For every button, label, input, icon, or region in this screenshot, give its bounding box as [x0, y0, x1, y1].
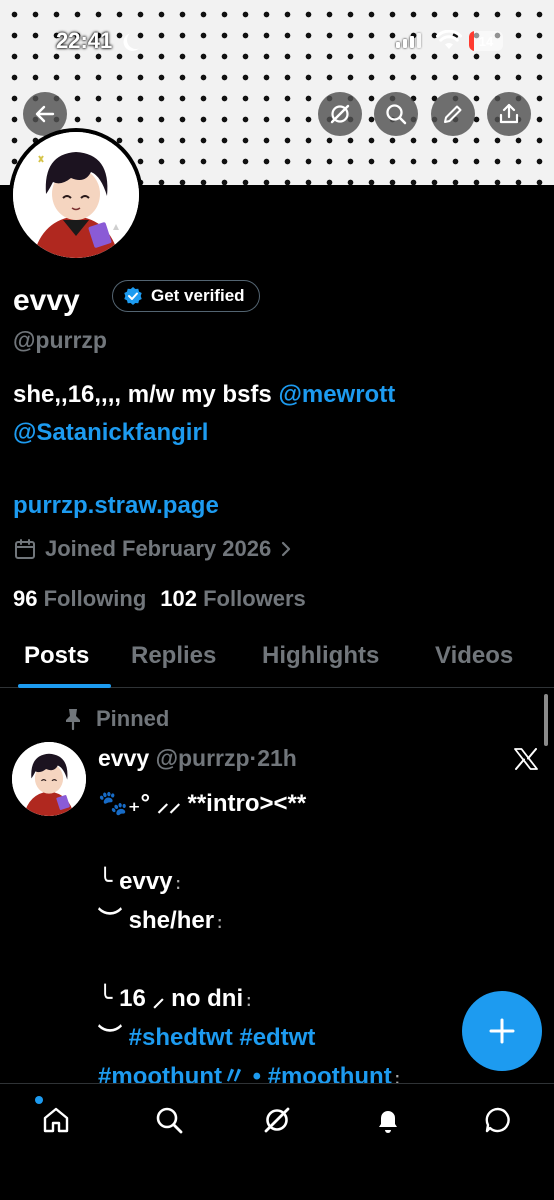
- followers-label: Followers: [203, 586, 306, 611]
- post-line-mark: ╰: [98, 868, 120, 895]
- grok-icon: [264, 1107, 290, 1133]
- search-button[interactable]: [374, 92, 418, 136]
- post-author-name[interactable]: evvy: [98, 745, 149, 771]
- followers-count: 102: [160, 586, 197, 611]
- bio-text: she,,16,,,, m/w my bsfs: [13, 381, 279, 408]
- home-notification-dot: [35, 1096, 43, 1104]
- post-line-dots: ⁚: [172, 878, 181, 892]
- post-author-avatar[interactable]: [12, 742, 86, 816]
- profile-bio: she,,16,,,, m/w my bsfs @mewrott @Satani…: [13, 376, 543, 452]
- battery-level: 14: [478, 33, 494, 49]
- bottom-navigation: [0, 1083, 554, 1200]
- profile-avatar[interactable]: [9, 128, 143, 262]
- status-bar: 22:41 14: [0, 0, 554, 90]
- calendar-icon: [15, 539, 35, 559]
- nav-notifications[interactable]: [368, 1100, 408, 1140]
- bio-mention-mewrott[interactable]: @mewrott: [278, 381, 395, 408]
- joined-date: Joined February 2026: [45, 536, 272, 561]
- home-icon: [43, 1107, 69, 1133]
- get-verified-label: Get verified: [151, 286, 245, 305]
- post-line-text: she/her: [128, 907, 215, 934]
- post-line-text: evvy: [119, 868, 173, 895]
- chat-bubble-icon: [485, 1107, 510, 1133]
- following-link[interactable]: 96 Following: [13, 586, 146, 612]
- profile-handle: @purrzp: [13, 327, 107, 353]
- nav-grok[interactable]: [257, 1100, 297, 1140]
- nav-home[interactable]: [35, 1096, 76, 1140]
- post-time[interactable]: 21h: [257, 745, 297, 771]
- following-count: 96: [13, 586, 38, 611]
- edit-button[interactable]: [431, 92, 475, 136]
- post-line-text: **intro><**: [187, 790, 307, 817]
- post-line-mark: ╰: [98, 985, 120, 1012]
- battery-icon: 14: [469, 31, 503, 51]
- verified-badge-icon: [124, 287, 142, 305]
- share-button[interactable]: [487, 92, 531, 136]
- tab-replies[interactable]: Replies: [131, 642, 216, 670]
- bio-mention-satanickfangirl[interactable]: @Satanickfangirl: [13, 419, 208, 446]
- avatar-illustration: [12, 742, 86, 816]
- post-line-dots: ⁚: [243, 995, 252, 1009]
- back-arrow-icon: [35, 105, 55, 123]
- get-verified-button[interactable]: Get verified: [112, 280, 260, 312]
- profile-website-link[interactable]: purrzp.straw.page: [13, 492, 219, 520]
- tab-posts[interactable]: Posts: [24, 642, 89, 670]
- status-time: 22:41: [56, 28, 113, 53]
- avatar-illustration: [13, 132, 139, 258]
- share-icon: [499, 103, 519, 124]
- nav-search[interactable]: [149, 1100, 189, 1140]
- follow-counts: 96 Following 102 Followers: [13, 586, 306, 612]
- pinned-indicator: Pinned: [62, 706, 169, 732]
- tab-highlights[interactable]: Highlights: [262, 642, 379, 670]
- cellular-signal-icon: [396, 33, 421, 48]
- post-header: evvy @purrzp·21h: [98, 745, 297, 772]
- profile-name: evvy: [13, 284, 80, 317]
- followers-link[interactable]: 102 Followers: [160, 586, 306, 612]
- pinned-label: Pinned: [96, 706, 170, 731]
- x-logo-icon: [514, 748, 538, 770]
- active-tab-indicator: [18, 684, 111, 688]
- grok-icon: [330, 104, 350, 124]
- chevron-right-icon: [282, 541, 291, 557]
- following-label: Following: [43, 586, 147, 611]
- plus-icon: [489, 1018, 515, 1044]
- post-line-text: 16 ⸝ no dni: [119, 985, 244, 1012]
- post-line: ╰ evvy ⁚: [98, 862, 538, 901]
- post-line: 🐾₊° ⸝⸝ **intro><**: [98, 784, 538, 823]
- moon-icon: [124, 28, 149, 53]
- post-line-blank: [98, 940, 538, 979]
- wifi-icon: [436, 30, 462, 49]
- scrollbar[interactable]: [544, 694, 548, 746]
- post-line-emoji: 🐾₊° ⸝⸝: [98, 790, 188, 817]
- post-line-dots: ⁚: [214, 917, 222, 931]
- post-line-mark: ︶: [98, 1024, 129, 1051]
- compose-post-button[interactable]: [462, 991, 542, 1071]
- post-line-mark: ︶: [98, 907, 129, 934]
- edit-icon: [444, 105, 462, 123]
- bell-icon: [379, 1111, 397, 1133]
- post-hashtags[interactable]: #shedtwt #edtwt: [129, 1024, 316, 1051]
- grok-button[interactable]: [318, 92, 362, 136]
- profile-tabs: Posts Replies Highlights Videos: [0, 630, 554, 688]
- joined-date-row[interactable]: Joined February 2026: [13, 536, 293, 562]
- search-icon: [156, 1107, 183, 1134]
- post-line: ︶ she/her ⁚: [98, 901, 538, 940]
- post-line-blank: [98, 823, 538, 862]
- search-icon: [386, 104, 407, 125]
- nav-messages[interactable]: [478, 1100, 518, 1140]
- tab-videos[interactable]: Videos: [435, 642, 513, 670]
- post-author-handle[interactable]: @purrzp: [156, 745, 250, 771]
- pin-icon: [66, 709, 80, 731]
